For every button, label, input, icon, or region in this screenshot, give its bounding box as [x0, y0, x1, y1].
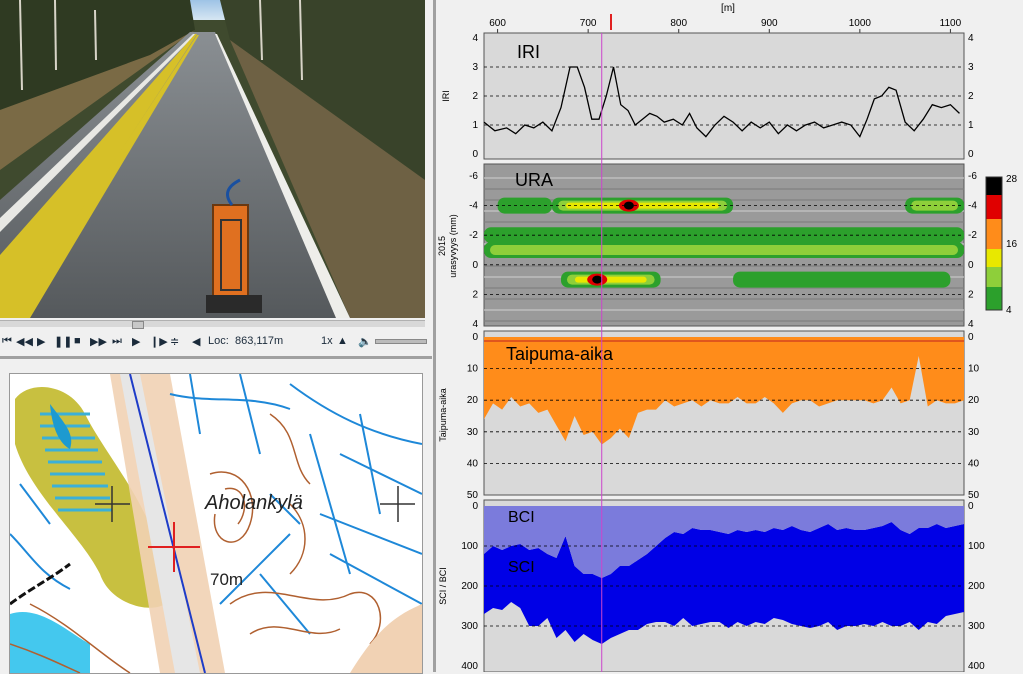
- y-tick-label-left: -2: [469, 230, 478, 241]
- y-tick-label-right: 100: [968, 541, 985, 552]
- y-tick-label-right: 0: [968, 260, 974, 271]
- y-tick-label-right: 2: [968, 91, 974, 102]
- iri-ylabel: IRI: [441, 90, 451, 102]
- seek-track[interactable]: [0, 320, 425, 329]
- colorbar-tick-label: 4: [1006, 305, 1012, 316]
- pause-icon[interactable]: ❚❚: [54, 335, 72, 348]
- warning-icon[interactable]: ▲: [337, 335, 348, 347]
- y-tick-label-left: 40: [467, 458, 479, 469]
- x-tick-label: 600: [489, 18, 506, 29]
- y-tick-label-left: 200: [461, 581, 478, 592]
- x-unit-label: [m]: [721, 3, 735, 14]
- y-tick-label-left: 0: [472, 260, 478, 271]
- y-tick-label-left: 2: [472, 289, 478, 300]
- x-tick-label: 1100: [940, 18, 962, 29]
- y-tick-label-right: 50: [968, 490, 980, 501]
- y-tick-label-right: 0: [968, 501, 974, 512]
- fast-forward-icon[interactable]: ▶▶: [90, 335, 107, 348]
- speed-label[interactable]: 1x: [321, 335, 333, 347]
- x-tick-label: 900: [761, 18, 778, 29]
- y-tick-label-right: 2: [968, 289, 974, 300]
- road-camera-image: [0, 0, 425, 318]
- y-tick-label-left: 10: [467, 364, 479, 375]
- step-forward-icon[interactable]: ▶: [132, 335, 140, 348]
- colorbar-tick-label: 28: [1006, 174, 1018, 185]
- y-tick-label-left: -4: [469, 201, 478, 212]
- y-tick-label-right: 300: [968, 621, 985, 632]
- y-tick-label-right: 20: [968, 395, 980, 406]
- step-back-icon[interactable]: ◀: [192, 335, 200, 348]
- y-tick-label-left: 50: [467, 490, 479, 501]
- horizontal-splitter[interactable]: [0, 356, 432, 359]
- ura-band-segment: [733, 271, 951, 288]
- y-tick-label-right: 10: [968, 364, 980, 375]
- map-distance-label: 70m: [210, 570, 243, 589]
- map-place-name: Aholankylä: [204, 492, 303, 514]
- ura-panel-title: URA: [515, 170, 553, 190]
- y-tick-label-left: 0: [472, 501, 478, 512]
- ura-band-segment: [497, 197, 552, 214]
- ura-ylabel-year: 2015: [438, 236, 447, 256]
- y-tick-label-right: 200: [968, 581, 985, 592]
- y-tick-label-right: 30: [968, 427, 980, 438]
- volume-slider[interactable]: [375, 339, 427, 344]
- colorbar-tick-label: 16: [1006, 239, 1018, 250]
- y-tick-label-left: 4: [472, 319, 478, 330]
- x-tick-label: 800: [670, 18, 687, 29]
- map-view[interactable]: Aholankylä 70m: [9, 373, 423, 674]
- y-tick-label-left: 400: [461, 661, 478, 672]
- stop-icon[interactable]: ■: [74, 335, 81, 347]
- vertical-splitter[interactable]: [433, 0, 436, 672]
- rewind-icon[interactable]: ◀◀: [16, 335, 33, 348]
- ura-peak-core: [592, 275, 603, 284]
- topographic-map: Aholankylä 70m: [10, 374, 422, 673]
- y-tick-label-right: 4: [968, 33, 974, 44]
- skip-end-icon[interactable]: ⏭: [112, 335, 122, 348]
- sci-label: SCI: [508, 559, 535, 576]
- y-tick-label-left: 2: [472, 91, 478, 102]
- frame-forward-icon[interactable]: ❙▶: [150, 335, 168, 348]
- loc-label: Loc:: [208, 335, 229, 347]
- y-tick-label-right: -6: [968, 171, 977, 182]
- seek-thumb[interactable]: [132, 321, 144, 329]
- y-tick-label-left: 1: [472, 120, 478, 131]
- charts-svg: [m] 600 700 800 900 1000 1100 IRI IRI 4 43 32 21…: [438, 0, 1023, 672]
- x-tick-label: 700: [580, 18, 597, 29]
- y-tick-label-right: 4: [968, 319, 974, 330]
- loc-value: 863,117m: [235, 335, 284, 347]
- y-tick-label-left: 3: [472, 62, 478, 73]
- y-tick-label-right: -2: [968, 230, 977, 241]
- x-tick-label: 1000: [849, 18, 872, 29]
- y-tick-label-left: 300: [461, 621, 478, 632]
- y-tick-label-right: 3: [968, 62, 974, 73]
- skip-start-icon[interactable]: ⏮: [2, 335, 12, 348]
- y-tick-label-right: 400: [968, 661, 985, 672]
- ura-ylabel: urasyvyys (mm): [448, 214, 458, 278]
- y-tick-label-left: -6: [469, 171, 478, 182]
- y-tick-label-left: 20: [467, 395, 479, 406]
- iri-panel-title: IRI: [517, 42, 540, 62]
- taipuma-ylabel: Taipuma-aika: [438, 388, 448, 442]
- taipuma-panel-title: Taipuma-aika: [506, 344, 614, 364]
- y-tick-label-right: 0: [968, 332, 974, 343]
- bci-label: BCI: [508, 509, 535, 526]
- y-tick-label-right: -4: [968, 201, 977, 212]
- settings-sliders-icon[interactable]: ≑: [170, 335, 179, 348]
- play-icon[interactable]: ▶: [37, 335, 45, 348]
- y-tick-label-left: 100: [461, 541, 478, 552]
- y-tick-label-right: 40: [968, 458, 980, 469]
- video-frame: [0, 0, 425, 318]
- bci-ylabel: SCI / BCI: [438, 567, 448, 605]
- y-tick-label-left: 0: [472, 332, 478, 343]
- y-tick-label-right: 1: [968, 120, 974, 131]
- y-tick-label-right: 0: [968, 149, 974, 160]
- road-data-charts: [m] 600 700 800 900 1000 1100 IRI IRI 4433221…: [438, 0, 1023, 672]
- y-tick-label-left: 0: [472, 149, 478, 160]
- y-tick-label-left: 30: [467, 427, 479, 438]
- volume-icon[interactable]: 🔈: [358, 335, 372, 348]
- y-tick-label-left: 4: [472, 33, 478, 44]
